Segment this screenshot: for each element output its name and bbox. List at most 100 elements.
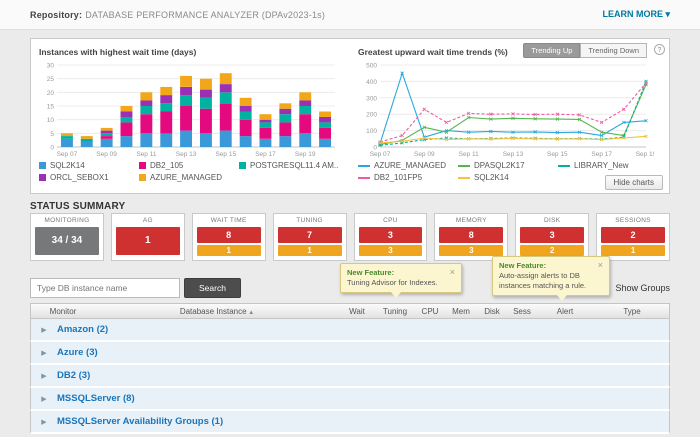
group-row-label: Azure (3) [57, 347, 98, 358]
tooltip-header: New Feature: × [499, 261, 603, 271]
status-card-disk[interactable]: DISK32 [515, 213, 589, 261]
column-header-mem[interactable]: Mem [445, 307, 477, 316]
status-card-sessions[interactable]: SESSIONS21 [596, 213, 670, 261]
legend-swatch [139, 162, 146, 169]
legend-label: AZURE_MANAGED [150, 173, 222, 182]
tooltip-title: New Feature: [347, 268, 394, 278]
svg-text:30: 30 [47, 63, 55, 70]
chevron-right-icon[interactable]: ▶ [31, 418, 57, 426]
legend-item[interactable]: POSTGRESQL11.4 AM... [239, 161, 339, 170]
svg-text:20: 20 [47, 90, 55, 97]
status-card-wait-time[interactable]: WAIT TIME81 [192, 213, 266, 261]
trend-toggle-group: Trending Up Trending Down [523, 43, 647, 58]
column-header-tuning[interactable]: Tuning [375, 307, 415, 316]
column-header-sess[interactable]: Sess [507, 307, 537, 316]
status-card-title: DISK [520, 217, 584, 224]
group-row[interactable]: ▶MSSQLServer Availability Groups (1) [30, 411, 670, 434]
legend-item[interactable]: LIBRARY_New [558, 161, 658, 170]
status-card-ag[interactable]: AG1 [111, 213, 185, 261]
column-header-monitor[interactable]: Monitor [31, 307, 95, 316]
legend-item[interactable]: SQL2K14 [39, 161, 139, 170]
svg-text:Sep 09: Sep 09 [414, 151, 435, 158]
group-row[interactable]: ▶DB2 (3) [30, 365, 670, 388]
caret-down-icon: ▾ [665, 9, 670, 19]
status-count-critical: 2 [601, 227, 665, 243]
new-feature-tooltip-alerts: New Feature: × Auto-assign alerts to DB … [492, 256, 610, 296]
status-card-tuning[interactable]: TUNING71 [273, 213, 347, 261]
group-row[interactable]: ▶Amazon (2) [30, 319, 670, 342]
column-header-disk[interactable]: Disk [477, 307, 507, 316]
group-row-label: MSSQLServer Availability Groups (1) [57, 416, 223, 427]
bar-chart-title: Instances with highest wait time (days) [39, 47, 342, 57]
status-card-title: MONITORING [35, 217, 99, 224]
legend-item[interactable]: AZURE_MANAGED [139, 173, 239, 182]
chevron-right-icon[interactable]: ▶ [31, 395, 57, 403]
svg-text:Sep 11: Sep 11 [459, 151, 480, 158]
status-card-memory[interactable]: MEMORY83 [434, 213, 508, 261]
trending-up-button[interactable]: Trending Up [523, 43, 580, 58]
svg-text:Sep 07: Sep 07 [370, 151, 391, 158]
wait-time-stacked-bar-chart[interactable]: 051015202530Sep 07Sep 09Sep 11Sep 13Sep … [39, 60, 339, 160]
legend-line-swatch [358, 177, 370, 179]
svg-text:Sep 17: Sep 17 [255, 151, 276, 158]
status-card-title: MEMORY [439, 217, 503, 224]
column-header-alert[interactable]: Alert [537, 307, 593, 316]
status-count-warning: 1 [601, 245, 665, 256]
group-row[interactable]: ▶MSSQLServer (8) [30, 388, 670, 411]
legend-item[interactable]: AZURE_MANAGED [358, 161, 458, 170]
chevron-right-icon[interactable]: ▶ [31, 349, 57, 357]
legend-item[interactable]: DPASQL2K17 [458, 161, 558, 170]
status-cards: MONITORING34 / 34AG1WAIT TIME81TUNING71C… [30, 213, 670, 261]
status-count-warning: 2 [520, 245, 584, 256]
tooltip-header: New Feature: × [347, 268, 455, 278]
column-header-type[interactable]: Type [593, 307, 670, 316]
column-header-cpu[interactable]: CPU [415, 307, 445, 316]
svg-text:Sep 11: Sep 11 [136, 151, 157, 158]
column-header-database-instance[interactable]: Database Instance ▲ [95, 307, 339, 316]
legend-item[interactable]: DB2_101FP5 [358, 173, 458, 182]
svg-text:Sep 15: Sep 15 [215, 151, 236, 158]
status-count-warning: 1 [197, 245, 261, 256]
chevron-right-icon[interactable]: ▶ [31, 326, 57, 334]
search-input[interactable] [30, 278, 180, 298]
svg-text:0: 0 [50, 145, 54, 152]
status-card-monitoring[interactable]: MONITORING34 / 34 [30, 213, 104, 261]
status-count-critical: 8 [197, 227, 261, 243]
group-row[interactable]: ▶Azure (3) [30, 342, 670, 365]
legend-line-swatch [358, 165, 370, 167]
bar-chart-section: Instances with highest wait time (days) … [31, 39, 350, 193]
legend-item[interactable]: SQL2K14 [458, 173, 558, 182]
svg-text:Sep 07: Sep 07 [57, 151, 78, 158]
tooltip-arrow-icon [557, 295, 567, 301]
hide-charts-button[interactable]: Hide charts [605, 175, 663, 190]
column-header-wait[interactable]: Wait [339, 307, 375, 316]
trending-down-button[interactable]: Trending Down [580, 43, 647, 58]
legend-item[interactable]: DB2_105 [139, 161, 239, 170]
repository-name: DATABASE PERFORMANCE ANALYZER (DPAv2023-… [85, 10, 325, 20]
status-card-cpu[interactable]: CPU33 [354, 213, 428, 261]
new-feature-tooltip-tuning: New Feature: × Tuning Advisor for Indexe… [340, 263, 462, 293]
svg-text:10: 10 [47, 117, 55, 124]
close-icon[interactable]: × [450, 268, 455, 276]
table-body: ▶Amazon (2)▶Azure (3)▶DB2 (3)▶MSSQLServe… [30, 319, 670, 434]
group-row-label: DB2 (3) [57, 370, 90, 381]
legend-line-swatch [558, 165, 570, 167]
line-chart-section: Greatest upward wait time trends (%) Tre… [350, 39, 669, 193]
trend-line-chart[interactable]: 0100200300400500Sep 07Sep 09Sep 11Sep 13… [358, 60, 654, 160]
legend-swatch [39, 162, 46, 169]
legend-item[interactable]: ORCL_SEBOX1 [39, 173, 139, 182]
learn-more-link[interactable]: LEARN MORE ▾ [602, 9, 670, 20]
close-icon[interactable]: × [598, 261, 603, 269]
svg-text:Sep 19: Sep 19 [636, 151, 654, 158]
search-button[interactable]: Search [184, 278, 241, 298]
chevron-right-icon[interactable]: ▶ [31, 372, 57, 380]
help-icon[interactable]: ? [654, 44, 665, 55]
top-bar: Repository:DATABASE PERFORMANCE ANALYZER… [0, 0, 700, 30]
legend-line-swatch [458, 177, 470, 179]
svg-text:500: 500 [366, 63, 377, 70]
svg-text:100: 100 [366, 128, 377, 135]
tooltip-text: Tuning Advisor for Indexes. [347, 278, 455, 288]
legend-swatch [139, 174, 146, 181]
svg-text:Sep 13: Sep 13 [176, 151, 197, 158]
svg-text:Sep 13: Sep 13 [503, 151, 524, 158]
